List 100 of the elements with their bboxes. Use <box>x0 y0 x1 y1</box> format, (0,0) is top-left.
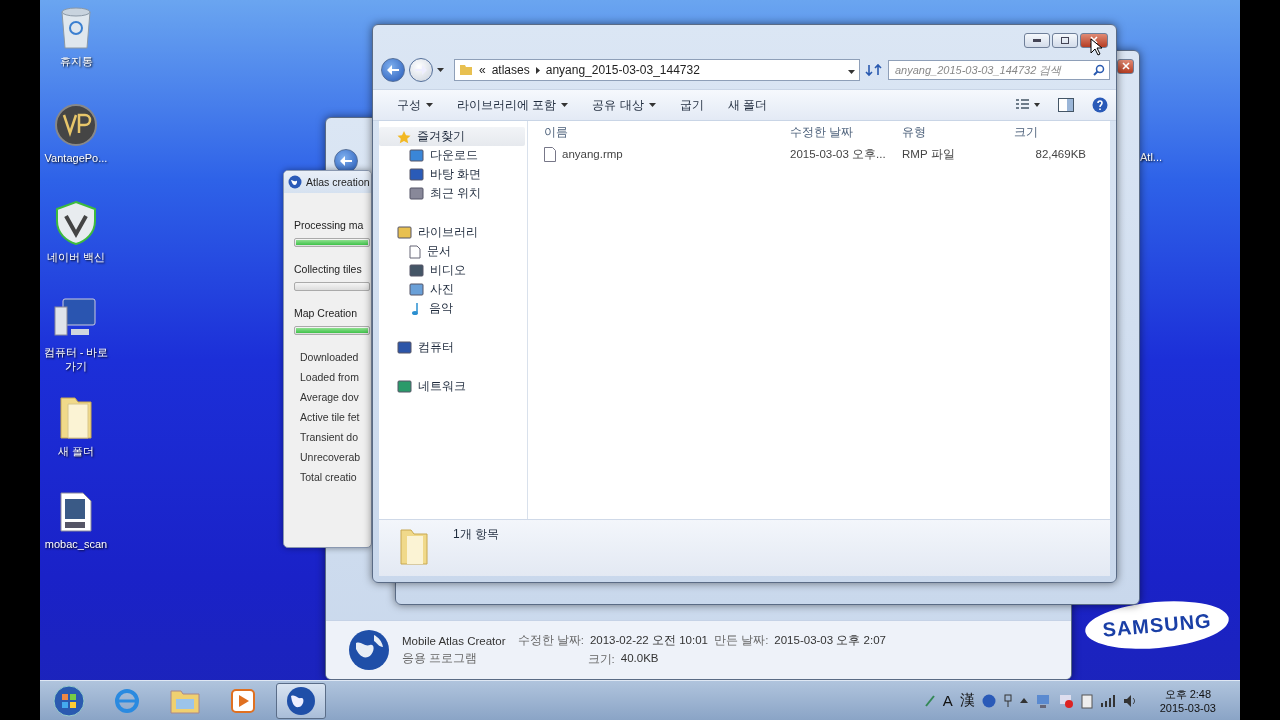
close-button[interactable] <box>1117 58 1134 74</box>
view-list-icon[interactable] <box>1016 99 1040 111</box>
search-field[interactable]: anyang_2015-03-03_144732 검색 <box>888 60 1110 80</box>
arrow-right-icon <box>415 65 427 75</box>
file-name[interactable]: anyang.rmp <box>536 143 782 165</box>
toolbar-button[interactable]: 구성 <box>387 93 443 117</box>
field-label: 수정한 날짜: <box>517 633 584 648</box>
desktop-icon-label[interactable]: mobac_scan <box>40 537 112 551</box>
program-name: Mobile Atlas Creator <box>402 634 506 647</box>
progress-label: Collecting tiles <box>294 263 362 275</box>
file-icon <box>544 146 556 162</box>
table-cell-text: 2015-03-03 오후... <box>789 146 887 162</box>
field-value: 2013-02-22 오전 10:01 <box>589 633 708 648</box>
caret-icon <box>848 70 855 74</box>
desktop-icon-label[interactable]: Atl... <box>1140 151 1162 163</box>
field-value: 40.0KB <box>620 652 659 666</box>
maximize-icon <box>1061 36 1069 44</box>
flag-icon[interactable] <box>1057 692 1074 709</box>
video-file-icon <box>59 491 93 533</box>
arrow-left-icon <box>387 65 399 75</box>
input-method-indicator[interactable]: A <box>942 692 953 709</box>
minimize-button[interactable] <box>1024 32 1050 48</box>
clock-date[interactable]: 2015-03-03 <box>1159 700 1216 715</box>
field-value: 2015-03-03 오후 2:07 <box>774 633 886 648</box>
close-icon <box>1121 62 1130 70</box>
search-icon <box>1093 64 1105 76</box>
desktop-icon-label[interactable]: 컴퓨터 - 바로 가기 <box>40 345 112 373</box>
windows-logo-icon <box>53 684 85 717</box>
toolbar-button[interactable]: 새 폴더 <box>717 93 778 117</box>
sidebar-item[interactable]: 문서 <box>379 242 525 261</box>
dialog-title: Atlas creation <box>306 176 370 188</box>
breadcrumb-prefix[interactable]: « <box>479 63 486 77</box>
stat-label: Downloaded <box>300 350 359 365</box>
signal-icon[interactable] <box>1099 694 1116 707</box>
arrow-left-icon <box>340 156 352 166</box>
pin-icon[interactable] <box>1002 693 1013 708</box>
shield-icon <box>54 200 98 246</box>
stat-label: Total creatio <box>300 470 357 485</box>
toolbar-button[interactable]: 라이브러리에 포함 <box>447 93 579 117</box>
vp-logo-icon <box>54 103 98 147</box>
input-method-indicator[interactable]: 漢 <box>959 691 975 710</box>
caret-icon <box>648 103 656 107</box>
field-label: 만든 날짜: <box>713 633 769 648</box>
stat-label: Transient do <box>300 430 358 445</box>
caret-icon <box>426 103 433 107</box>
device-icon[interactable] <box>1080 692 1093 709</box>
breadcrumb-item[interactable]: anyang_2015-03-03_144732 <box>545 63 700 77</box>
forward-button[interactable] <box>409 58 433 82</box>
star-icon <box>397 129 411 144</box>
recycle-bin-icon <box>59 6 93 50</box>
desktop-icon-label[interactable]: 네이버 백신 <box>40 250 112 264</box>
minimize-icon <box>1033 38 1041 42</box>
program-type: 응용 프로그램 <box>402 650 479 666</box>
globe-taskbar-button[interactable] <box>276 682 326 719</box>
caret-up-icon[interactable] <box>1019 698 1028 703</box>
network-icon[interactable] <box>1034 692 1051 709</box>
sidebar-item[interactable]: 사진 <box>379 280 525 299</box>
maximize-button[interactable] <box>1052 32 1078 48</box>
desktop-icon-label[interactable]: VantagePo... <box>40 151 112 165</box>
logo-text: SAMSUNG <box>1101 608 1213 642</box>
back-button[interactable] <box>381 58 405 82</box>
item-count: 1개 항목 <box>453 526 499 543</box>
sidebar-item[interactable]: 바탕 화면 <box>379 165 525 184</box>
column-header[interactable]: 이름 <box>536 121 782 143</box>
stat-label: Loaded from <box>300 370 359 385</box>
sidebar-item[interactable]: 음악 <box>379 299 525 318</box>
browser-icon <box>113 686 141 715</box>
sidebar-item[interactable]: 라이브러리 <box>379 223 525 242</box>
clock-time[interactable]: 오후 2:48 <box>1164 686 1212 701</box>
sidebar-item[interactable]: 네트워크 <box>379 377 525 396</box>
preview-pane-icon[interactable] <box>1058 98 1074 112</box>
column-header[interactable]: 수정한 날짜 <box>782 121 894 143</box>
column-header[interactable]: 유형 <box>894 121 1006 143</box>
caret-icon <box>437 68 444 72</box>
toolbar-button[interactable]: 굽기 <box>669 93 714 117</box>
back-button[interactable] <box>334 149 358 173</box>
sidebar-item[interactable]: 비디오 <box>379 261 525 280</box>
table-cell-text: RMP 파일 <box>901 146 956 162</box>
refresh-icon[interactable] <box>864 61 884 79</box>
table-cell-text: 82,469KB <box>1034 147 1086 162</box>
field-label: 크기: <box>587 652 615 667</box>
sidebar-item[interactable]: 컴퓨터 <box>379 338 525 357</box>
sidebar-item[interactable]: 다운로드 <box>379 146 525 165</box>
stat-label: Active tile fet <box>300 410 360 425</box>
sidebar-item[interactable]: 최근 위치 <box>379 184 525 203</box>
breadcrumb-item[interactable]: atlases <box>491 63 530 77</box>
progress-label: Map Creation <box>294 307 358 319</box>
desktop-icon-label[interactable]: 새 폴더 <box>40 444 112 458</box>
column-header[interactable]: 크기 <box>1006 121 1086 143</box>
toolbar-button[interactable]: 공유 대상 <box>582 93 666 117</box>
address-bar[interactable]: « atlases anyang_2015-03-03_144732 <box>454 59 860 81</box>
chevron-icon <box>535 66 540 74</box>
progress-label: Processing ma <box>294 219 364 231</box>
stat-label: Unrecoverab <box>300 450 361 465</box>
document-icon <box>409 244 421 259</box>
play-icon <box>231 688 255 713</box>
stat-label: Average dov <box>300 390 359 405</box>
caret-icon <box>561 103 569 107</box>
cursor-icon <box>1090 38 1102 56</box>
sidebar-item[interactable]: 즐겨찾기 <box>379 127 525 146</box>
